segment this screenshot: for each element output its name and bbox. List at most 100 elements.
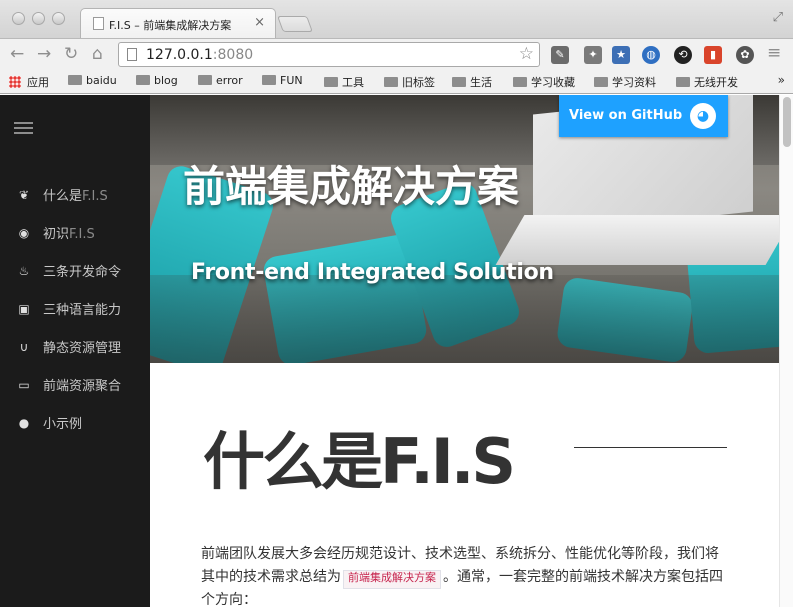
new-tab-button[interactable] [277,16,313,32]
bookmark-label: 学习资料 [612,76,656,89]
hero-subtitle: Front-end Integrated Solution [191,260,554,285]
sidebar-item-label: 什么是F.I.S [43,189,108,204]
sidebar-item-label: 小示例 [43,417,83,432]
folder-icon [262,75,276,85]
bookmark-label: 工具 [342,76,364,89]
sidebar-item-label: 三条开发命令 [43,265,122,280]
menu-icon[interactable]: ≡ [767,43,781,63]
sidebar-item[interactable]: ▭ 前端资源聚合 [0,366,150,404]
browser-tab-bar: F.I.S – 前端集成解决方案 × ⤢ [0,0,793,38]
hero-background-floor [150,275,779,363]
bookmark-label: baidu [86,74,117,87]
hero-background-table [495,215,779,265]
inbox-icon: ▭ [18,378,30,392]
bookmark-item[interactable]: 工具 [324,74,364,90]
bookmark-item[interactable]: baidu [68,74,117,87]
bookmark-label: 无线开发 [694,76,738,89]
url-text[interactable]: 127.0.0.1:8080 [146,47,253,63]
tab-close-icon[interactable]: × [254,15,265,30]
folder-icon [513,77,527,87]
section-title: 什么是F.I.S [203,425,516,498]
bookmark-item[interactable]: FUN [262,74,303,87]
extension-globe-icon[interactable]: ◍ [642,46,660,64]
magnet-icon: ∪ [19,340,29,354]
back-arrow-icon[interactable]: ← [10,44,24,64]
bookmark-item[interactable]: 旧标签 [384,74,435,90]
folder-icon [198,75,212,85]
bookmark-star-icon[interactable]: ☆ [519,44,534,64]
folder-icon [324,77,338,87]
hero-title: 前端集成解决方案 [183,162,520,211]
page-icon [127,48,137,61]
folder-icon [384,77,398,87]
gift-icon: ▣ [18,302,30,316]
sidebar-item[interactable]: ▣ 三种语言能力 [0,290,150,328]
bookmark-item[interactable]: 学习资料 [594,74,656,90]
inline-code: 前端集成解决方案 [343,570,441,589]
window-minimize-button[interactable] [32,12,45,25]
apps-grid-icon [9,76,21,88]
reload-icon[interactable]: ↻ [64,44,78,64]
extension-sync-icon[interactable]: ⟲ [674,46,692,64]
bookmark-label: blog [154,74,178,87]
extension-pen-icon[interactable]: ✎ [551,46,569,64]
bookmark-item[interactable]: blog [136,74,178,87]
page-scrollbar[interactable] [779,95,793,607]
folder-icon [68,75,82,85]
browser-tab[interactable]: F.I.S – 前端集成解决方案 × [80,8,276,38]
view-on-github-button[interactable]: View on GitHub ◕ [559,95,728,137]
extension-evernote-icon[interactable]: ✿ [736,46,754,64]
folder-icon [676,77,690,87]
tint-icon: ● [18,416,30,430]
extension-wrench-icon[interactable]: ✦ [584,46,602,64]
github-octocat-icon: ◕ [690,103,716,129]
sidebar-item[interactable]: ∪ 静态资源管理 [0,328,150,366]
bookmark-label: 生活 [470,76,492,89]
tab-title: F.I.S – 前端集成解决方案 [109,19,232,32]
main-content: 什么是F.I.S 前端团队发展大多会经历规范设计、技术选型、系统拆分、性能优化等… [150,363,779,608]
folder-icon [594,77,608,87]
sidebar: ❦ 什么是F.I.S ◉ 初识F.I.S ♨ 三条开发命令 ▣ 三种语言能力 ∪ 静态资源管理 ▭ 前… [0,95,150,607]
extension-star-icon[interactable]: ★ [612,46,630,64]
scrollbar-thumb[interactable] [783,97,791,147]
sidebar-item-label: 初识F.I.S [43,227,95,242]
home-icon[interactable]: ⌂ [92,44,103,64]
title-divider [574,447,727,448]
github-button-label: View on GitHub [569,108,683,123]
bookmark-label: 旧标签 [402,76,435,89]
extension-book-icon[interactable]: ▮ [704,46,722,64]
sidebar-item[interactable]: ● 小示例 [0,404,150,442]
forward-arrow-icon[interactable]: → [37,44,51,64]
address-bar[interactable]: 127.0.0.1:8080 ☆ [118,42,540,67]
bookmark-label: FUN [280,74,303,87]
browser-toolbar: ← → ↻ ⌂ 127.0.0.1:8080 ☆ ✎ ✦ ★ ◍ ⟲ ▮ ✿ ≡ [0,38,793,70]
hamburger-menu-icon[interactable] [14,122,33,134]
page-favicon-icon [93,17,104,30]
bookmarks-overflow-icon[interactable]: » [778,73,785,87]
bookmark-label: error [216,74,243,87]
bookmarks-bar: » 应用 baidu blog error FUN 工具 旧标签 生活 学习收藏 学习资料 无线开发 [0,70,793,94]
bookmark-item[interactable]: 学习收藏 [513,74,575,90]
bookmark-label: 学习收藏 [531,76,575,89]
intro-paragraph: 前端团队发展大多会经历规范设计、技术选型、系统拆分、性能优化等阶段，我们将其中的… [201,546,723,608]
sidebar-item-label: 三种语言能力 [43,303,122,318]
sidebar-item-label: 静态资源管理 [43,341,122,356]
bookmark-item[interactable]: 无线开发 [676,74,738,90]
bookmark-item[interactable]: 应用 [9,74,49,90]
fullscreen-icon[interactable]: ⤢ [773,10,783,25]
bookmark-item[interactable]: error [198,74,243,87]
sidebar-item[interactable]: ◉ 初识F.I.S [0,214,150,252]
eye-icon: ◉ [18,226,30,240]
sidebar-item[interactable]: ♨ 三条开发命令 [0,252,150,290]
bookmark-item[interactable]: 生活 [452,74,492,90]
sidebar-item[interactable]: ❦ 什么是F.I.S [0,176,150,214]
folder-icon [136,75,150,85]
window-zoom-button[interactable] [52,12,65,25]
bookmark-label: 应用 [27,76,49,89]
fire-icon: ♨ [18,264,30,278]
sidebar-item-label: 前端资源聚合 [43,379,122,394]
hero-banner: 前端集成解决方案 Front-end Integrated Solution V… [150,95,779,363]
leaf-icon: ❦ [18,188,30,202]
folder-icon [452,77,466,87]
window-close-button[interactable] [12,12,25,25]
